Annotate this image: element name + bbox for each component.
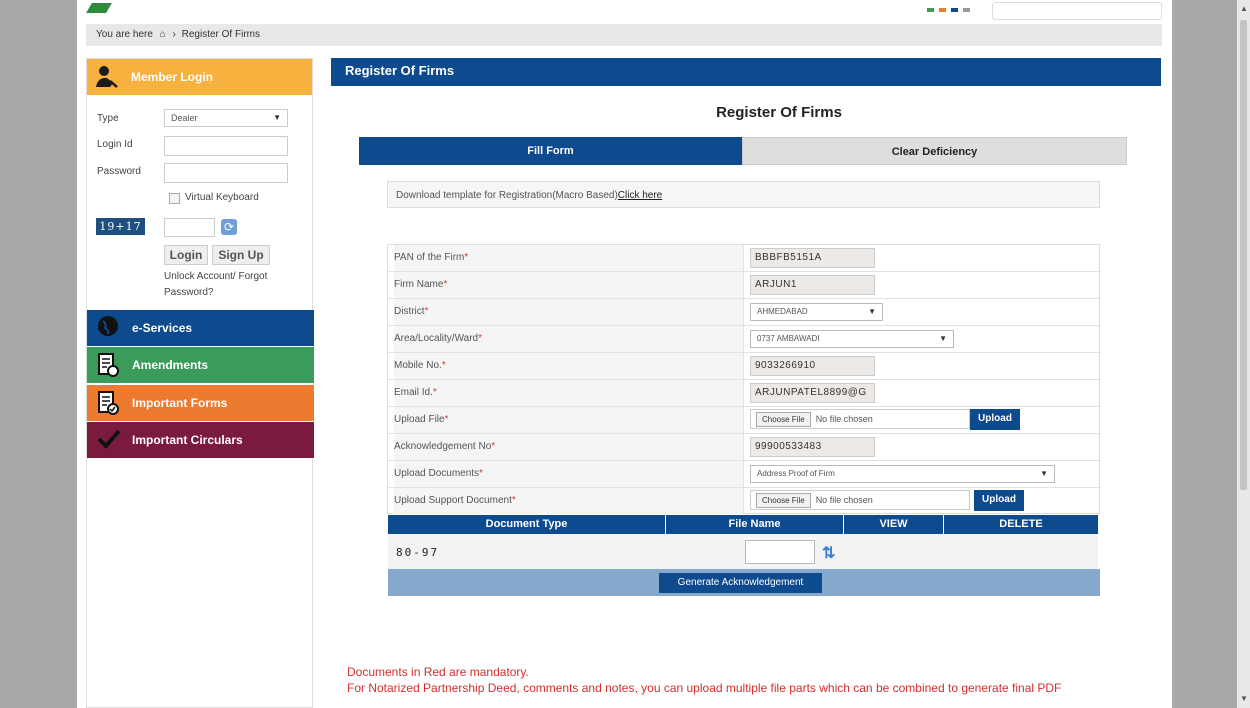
district-row: District* AHMEDABAD ▼ <box>388 299 1099 326</box>
generate-bar: Generate Acknowledgement <box>388 569 1100 596</box>
upload-support-input[interactable]: Choose File No file chosen <box>750 490 970 510</box>
upload-support-row: Upload Support Document* Choose File No f… <box>388 488 1099 515</box>
firm-name-field: ARJUN1 <box>750 275 875 295</box>
col-file-name: File Name <box>666 515 844 534</box>
email-field: ARJUNPATEL8899@G <box>750 383 875 403</box>
ack-label-text: Acknowledgement No <box>394 441 492 452</box>
ack-label: Acknowledgement No* <box>394 434 744 460</box>
upload-file-button[interactable]: Upload <box>970 409 1020 430</box>
firm-name-label: Firm Name* <box>394 272 744 298</box>
firm-label-text: Firm Name <box>394 279 444 290</box>
ack-row: Acknowledgement No* 99900533483 <box>388 434 1099 461</box>
scroll-down-icon[interactable]: ▼ <box>1240 694 1248 703</box>
area-value: 0737 AMBAWADI <box>757 334 820 343</box>
district-select[interactable]: AHMEDABAD ▼ <box>750 303 883 321</box>
dropdown-arrow-icon: ▼ <box>939 334 947 343</box>
tab-fill-form[interactable]: Fill Form <box>359 137 742 165</box>
template-text: Download template for Registration(Macro… <box>396 190 618 201</box>
col-document-type: Document Type <box>388 515 666 534</box>
form-captcha-text: 80-97 <box>396 546 440 559</box>
scrollbar-thumb[interactable] <box>1240 20 1247 490</box>
upload-docs-label-text: Upload Documents <box>394 468 480 479</box>
registration-form: PAN of the Firm* BBBFB5151A Firm Name* A… <box>387 244 1100 514</box>
required-mark: * <box>441 360 446 371</box>
content-area: Fill Form Clear Deficiency Download temp… <box>77 0 1172 708</box>
mobile-row: Mobile No.* 9033266910 <box>388 353 1099 380</box>
upload-file-label-text: Upload File <box>394 414 445 425</box>
generate-acknowledgement-button[interactable]: Generate Acknowledgement <box>659 573 822 593</box>
upload-docs-value: Address Proof of Firm <box>757 469 835 478</box>
refresh-icon[interactable]: ⇅ <box>822 543 835 563</box>
scroll-up-icon[interactable]: ▲ <box>1240 4 1248 13</box>
upload-docs-select[interactable]: Address Proof of Firm ▼ <box>750 465 1055 483</box>
notes: Documents in Red are mandatory. For Nota… <box>347 664 1147 696</box>
firm-name-row: Firm Name* ARJUN1 <box>388 272 1099 299</box>
area-row: Area/Locality/Ward* 0737 AMBAWADI ▼ <box>388 326 1099 353</box>
dropdown-arrow-icon: ▼ <box>1040 469 1048 478</box>
ack-field: 99900533483 <box>750 437 875 457</box>
district-label-text: District <box>394 306 425 317</box>
upload-docs-row: Upload Documents* Address Proof of Firm ▼ <box>388 461 1099 488</box>
upload-support-label: Upload Support Document* <box>394 488 744 514</box>
mobile-label: Mobile No.* <box>394 353 744 379</box>
email-row: Email Id.* ARJUNPATEL8899@G <box>388 380 1099 407</box>
area-select[interactable]: 0737 AMBAWADI ▼ <box>750 330 954 348</box>
pan-field: BBBFB5151A <box>750 248 875 268</box>
choose-file-button[interactable]: Choose File <box>756 412 811 427</box>
email-label: Email Id.* <box>394 380 744 406</box>
district-value: AHMEDABAD <box>757 307 808 316</box>
required-mark: * <box>424 306 429 317</box>
required-mark: * <box>478 333 483 344</box>
captcha-row: 80-97 ⇅ <box>388 534 1098 569</box>
template-link[interactable]: Click here <box>618 190 662 201</box>
col-delete: DELETE <box>999 518 1043 530</box>
form-captcha-input[interactable] <box>745 540 815 564</box>
upload-file-input[interactable]: Choose File No file chosen <box>750 409 970 429</box>
mobile-field: 9033266910 <box>750 356 875 376</box>
upload-support-button[interactable]: Upload <box>974 490 1024 511</box>
required-mark: * <box>491 441 496 452</box>
choose-file-button[interactable]: Choose File <box>756 493 811 508</box>
email-label-text: Email Id. <box>394 387 433 398</box>
area-label: Area/Locality/Ward* <box>394 326 744 352</box>
required-mark: * <box>511 495 516 506</box>
col-view: VIEW <box>844 515 944 534</box>
pan-row: PAN of the Firm* BBBFB5151A <box>388 245 1099 272</box>
district-label: District* <box>394 299 744 325</box>
no-file-text: No file chosen <box>815 495 873 505</box>
pan-label: PAN of the Firm* <box>394 245 744 271</box>
note-partnership: For Notarized Partnership Deed, comments… <box>347 681 1062 695</box>
required-mark: * <box>464 252 469 263</box>
required-mark: * <box>479 468 483 479</box>
scrollbar[interactable]: ▲ ▼ <box>1237 0 1250 708</box>
upload-file-row: Upload File* Choose File No file chosen U… <box>388 407 1099 434</box>
document-table-header: Document Type File Name VIEW DELETE <box>388 515 1098 534</box>
tab-clear-deficiency[interactable]: Clear Deficiency <box>742 137 1127 165</box>
required-mark: * <box>443 279 448 290</box>
note-mandatory: Documents in Red are mandatory. <box>347 665 529 679</box>
upload-support-label-text: Upload Support Document <box>394 495 512 506</box>
dropdown-arrow-icon: ▼ <box>868 307 876 316</box>
template-download-box: Download template for Registration(Macro… <box>387 181 1100 208</box>
pan-label-text: PAN of the Firm <box>394 252 465 263</box>
required-mark: * <box>444 414 449 425</box>
mobile-label-text: Mobile No. <box>394 360 442 371</box>
area-label-text: Area/Locality/Ward <box>394 333 479 344</box>
no-file-text: No file chosen <box>815 414 873 424</box>
upload-docs-label: Upload Documents* <box>394 461 744 487</box>
required-mark: * <box>432 387 437 398</box>
upload-file-label: Upload File* <box>394 407 744 433</box>
